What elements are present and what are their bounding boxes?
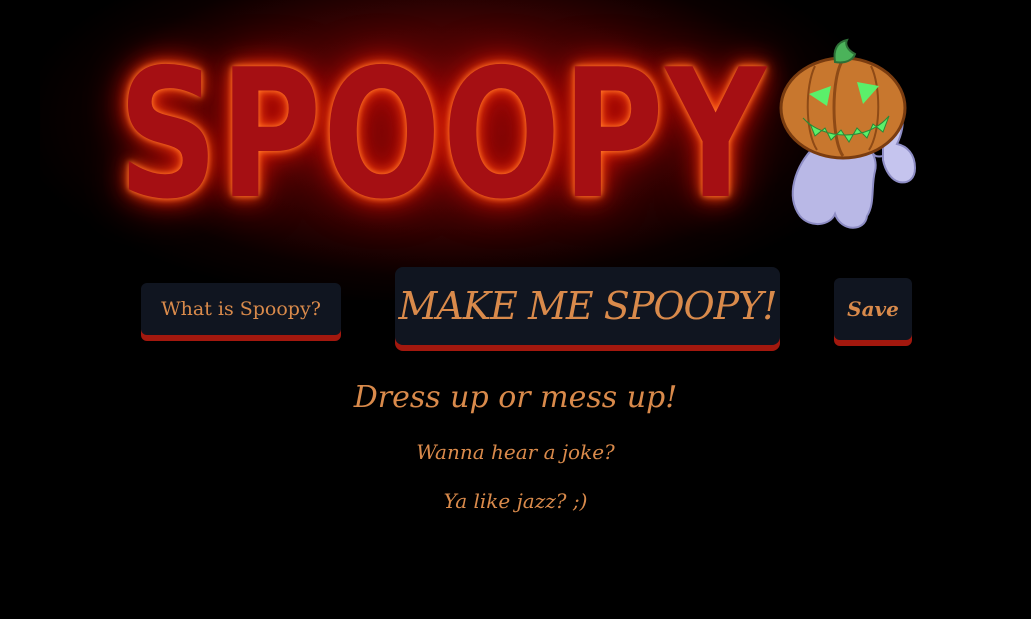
joke-answer: Ya like jazz? ;) xyxy=(443,489,588,513)
save-button[interactable]: Save xyxy=(834,278,912,340)
joke-question: Wanna hear a joke? xyxy=(416,440,615,464)
tagline-heading: Dress up or mess up! xyxy=(353,380,678,415)
jack-o-lantern-ghost-icon xyxy=(779,38,917,229)
make-me-spoopy-button[interactable]: MAKE ME SPOOPY! xyxy=(395,267,780,345)
page: SPOOPY What is Spoopy? MAKE ME SPOOPY! S… xyxy=(0,0,1031,619)
page-title: SPOOPY xyxy=(118,31,768,238)
what-is-spoopy-button[interactable]: What is Spoopy? xyxy=(141,283,341,335)
